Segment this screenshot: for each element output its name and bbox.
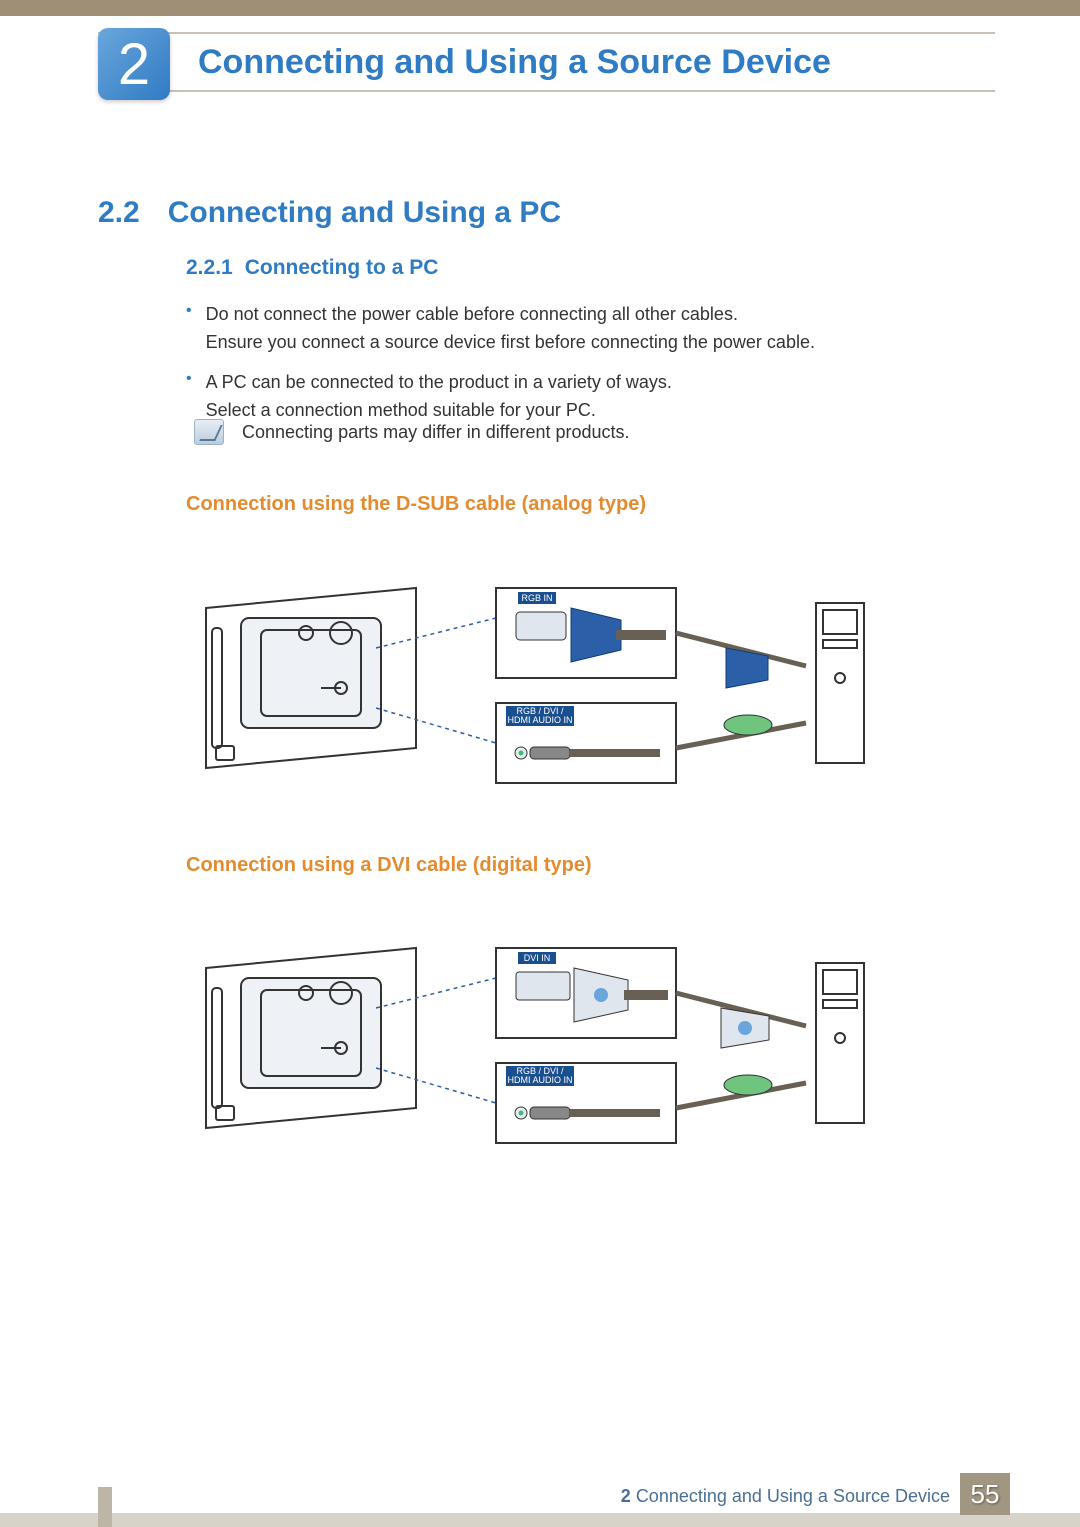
page-number-badge: 55 (960, 1473, 1010, 1515)
dsub-heading: Connection using the D-SUB cable (analog… (186, 493, 646, 516)
dsub-port-label: RGB IN (521, 593, 552, 603)
dsub-diagram: RGB IN RGB / DVI / HDMI AUDIO IN (166, 548, 886, 798)
bullet-icon: • (186, 368, 192, 424)
audio-port-label-2: HDMI AUDIO IN (507, 715, 572, 725)
subsection-title: Connecting to a PC (245, 256, 439, 280)
section-title: Connecting and Using a PC (168, 196, 561, 230)
page-footer: 2 Connecting and Using a Source Device 5… (0, 1465, 1080, 1527)
section-heading: 2.2 Connecting and Using a PC (98, 196, 561, 230)
footer-stripe (0, 1513, 1080, 1527)
subsection-number: 2.2.1 (186, 256, 233, 280)
chapter-header: 2 Connecting and Using a Source Device (98, 32, 995, 92)
chapter-number-badge: 2 (98, 28, 170, 100)
list-item: • Do not connect the power cable before … (186, 300, 980, 356)
dvi-heading: Connection using a DVI cable (digital ty… (186, 854, 592, 877)
bullet-text: Do not connect the power cable before co… (206, 300, 815, 356)
chapter-title: Connecting and Using a Source Device (198, 43, 831, 82)
bullet-text: A PC can be connected to the product in … (206, 368, 672, 424)
bullet-icon: • (186, 300, 192, 356)
section-number: 2.2 (98, 196, 140, 230)
list-item: • A PC can be connected to the product i… (186, 368, 980, 424)
footer-left-accent (98, 1487, 112, 1527)
note-text: Connecting parts may differ in different… (242, 422, 630, 443)
bullet-list: • Do not connect the power cable before … (186, 300, 980, 436)
footer-chapter-ref: 2 Connecting and Using a Source Device (621, 1486, 950, 1507)
note-callout: Connecting parts may differ in different… (194, 419, 630, 445)
note-icon (194, 419, 224, 445)
top-accent-bar (0, 0, 1080, 16)
dvi-diagram: DVI IN RGB / DVI / HDMI AUDIO IN (166, 908, 886, 1158)
subsection-heading: 2.2.1 Connecting to a PC (186, 256, 438, 280)
audio-port-label-2b: HDMI AUDIO IN (507, 1075, 572, 1085)
dvi-port-label: DVI IN (524, 953, 551, 963)
